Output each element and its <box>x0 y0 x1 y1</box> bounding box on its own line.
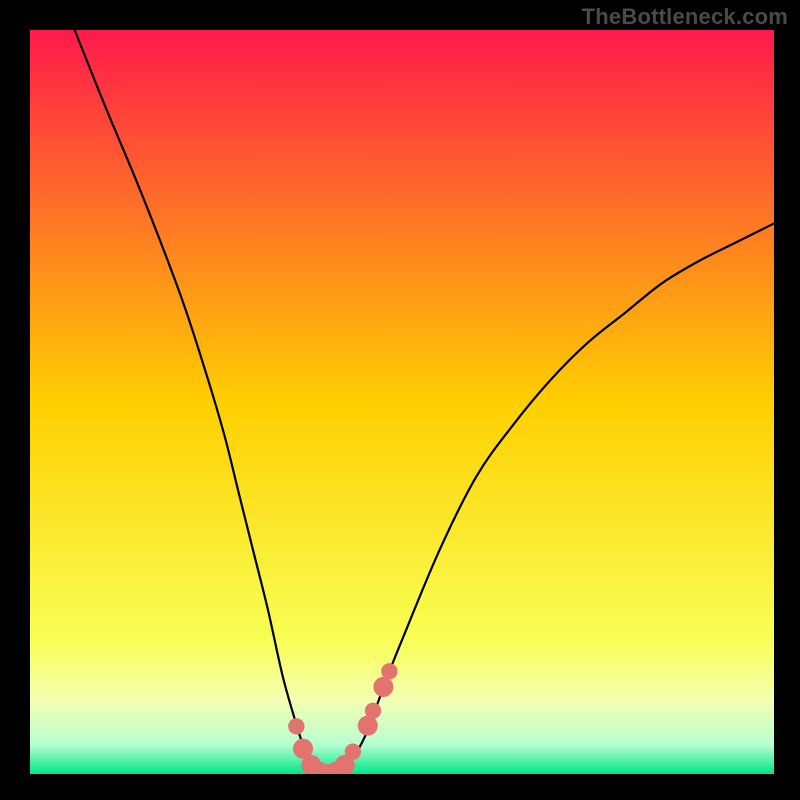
highlight-dot <box>345 744 361 760</box>
highlight-dot <box>373 677 393 697</box>
bottleneck-chart <box>0 0 800 800</box>
highlight-dot <box>288 718 304 734</box>
watermark-text: TheBottleneck.com <box>582 4 788 30</box>
plot-background <box>30 30 774 774</box>
chart-frame: TheBottleneck.com <box>0 0 800 800</box>
highlight-dot <box>381 663 397 679</box>
highlight-dot <box>365 703 381 719</box>
